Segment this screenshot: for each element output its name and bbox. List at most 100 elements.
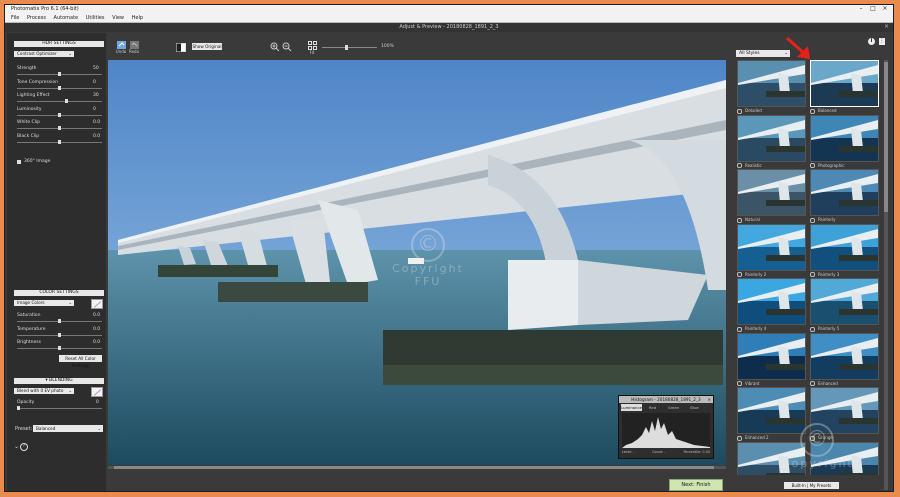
fit-icon bbox=[307, 41, 317, 50]
zoom-in-icon[interactable] bbox=[270, 42, 280, 52]
style-preset[interactable]: Balanced bbox=[810, 60, 879, 114]
color-slider[interactable] bbox=[17, 319, 102, 323]
hdr-slider-handle[interactable] bbox=[58, 139, 61, 144]
style-preset[interactable]: Vibrant bbox=[737, 332, 806, 387]
hdr-slider[interactable] bbox=[17, 126, 102, 130]
menu-help[interactable]: Help bbox=[132, 15, 143, 21]
tab-blue[interactable]: Blue bbox=[684, 404, 705, 411]
style-thumbnail bbox=[810, 223, 879, 271]
color-slider-handle[interactable] bbox=[58, 332, 61, 337]
menu-view[interactable]: View bbox=[112, 15, 124, 21]
fit-button[interactable]: Fit bbox=[306, 41, 318, 55]
color-picker-button[interactable] bbox=[91, 299, 103, 309]
opacity-slider-handle[interactable] bbox=[17, 406, 20, 410]
settings-icon[interactable]: ⋮ bbox=[879, 38, 885, 45]
checkbox-360[interactable] bbox=[17, 160, 21, 164]
zoom-slider-handle[interactable] bbox=[345, 45, 349, 50]
hdr-slider[interactable] bbox=[17, 139, 102, 144]
opacity-slider[interactable] bbox=[17, 406, 102, 410]
scrollbar-thumb[interactable] bbox=[114, 466, 714, 469]
hdr-slider[interactable] bbox=[17, 99, 102, 103]
blend-mode-dropdown[interactable]: Blend with 0 EV photo ⌄ bbox=[14, 388, 74, 394]
hdr-slider[interactable] bbox=[17, 72, 102, 76]
style-preset[interactable]: Painterly 5 bbox=[810, 278, 879, 332]
zoom-slider[interactable] bbox=[322, 45, 377, 50]
histogram-title: Histogram - 20180828_1891_2_3 × bbox=[619, 396, 713, 403]
style-thumbnail bbox=[737, 114, 806, 162]
histogram-stats: Level: - Count: - Percentile: 0.00 bbox=[622, 450, 710, 454]
style-preset[interactable]: Painterly 3 bbox=[810, 223, 879, 278]
image-colors-dropdown[interactable]: Image Colors ⌄ bbox=[14, 300, 74, 306]
color-slider[interactable] bbox=[17, 332, 102, 337]
redo-button[interactable]: Redo bbox=[128, 41, 140, 54]
color-slider[interactable] bbox=[17, 346, 102, 350]
redo-label: Redo bbox=[128, 49, 140, 54]
next-finish-button[interactable]: Next: Finish bbox=[669, 479, 723, 491]
menu-file[interactable]: File bbox=[11, 15, 19, 21]
undo-button[interactable]: Undo bbox=[115, 41, 127, 54]
show-original-button[interactable]: Show Original bbox=[192, 43, 222, 50]
style-preset[interactable]: Photographic bbox=[810, 114, 879, 169]
collapse-arrow-icon[interactable]: ⌄ bbox=[14, 443, 19, 450]
style-filter-dropdown[interactable]: All Styles ⌄ bbox=[736, 50, 790, 57]
minimize-button[interactable]: – bbox=[855, 5, 867, 12]
tab-red[interactable]: Red bbox=[642, 404, 663, 411]
style-preset[interactable]: Detailed bbox=[737, 60, 806, 114]
hdr-slider-handle[interactable] bbox=[64, 99, 68, 103]
style-thumbnail bbox=[810, 332, 879, 380]
menu-utilities[interactable]: Utilities bbox=[86, 15, 105, 21]
hdr-slider[interactable] bbox=[17, 112, 102, 117]
style-preset[interactable]: Realistic bbox=[737, 114, 806, 169]
zoom-out-icon[interactable] bbox=[282, 42, 292, 52]
preset-dropdown[interactable]: Balanced ⌄ bbox=[33, 425, 103, 432]
style-preset[interactable]: Painterly bbox=[810, 169, 879, 223]
menu-automate[interactable]: Automate bbox=[54, 15, 79, 21]
style-thumbnail bbox=[737, 332, 806, 380]
style-preset[interactable]: Painterly 4 bbox=[737, 278, 806, 332]
style-thumbnail bbox=[810, 60, 879, 107]
compare-icon[interactable] bbox=[176, 43, 186, 52]
color-slider-handle[interactable] bbox=[58, 319, 61, 323]
close-button[interactable]: × bbox=[879, 5, 891, 12]
hdr-slider-handle[interactable] bbox=[58, 85, 61, 90]
horizontal-scrollbar[interactable] bbox=[108, 466, 726, 469]
undo-label: Undo bbox=[115, 49, 127, 54]
blend-color-button[interactable] bbox=[91, 387, 103, 397]
hdr-slider-handle[interactable] bbox=[58, 126, 61, 130]
title-bar: Photomatix Pro 6.1 (64-bit) – □ × bbox=[5, 5, 893, 14]
help-icon[interactable]: ? bbox=[20, 443, 28, 451]
tab-green[interactable]: Green bbox=[663, 404, 684, 411]
style-filter-value: All Styles bbox=[739, 51, 760, 56]
menu-bar: File Process Automate Utilities View Hel… bbox=[5, 14, 893, 23]
reset-color-button[interactable]: Reset All Color Settings bbox=[59, 355, 102, 368]
styles-grid: Detailed Balanced Realistic Photographic Nat… bbox=[737, 60, 882, 475]
style-preset[interactable]: Enhanced bbox=[810, 332, 879, 387]
toolbar: Undo Redo Show Original Fit 100% bbox=[106, 33, 731, 59]
watermark: © Copyright FFU bbox=[388, 228, 468, 288]
method-dropdown[interactable]: Contrast Optimizer ⌄ bbox=[14, 51, 74, 57]
info-icon[interactable]: i bbox=[868, 38, 875, 45]
tab-luminance[interactable]: Luminance bbox=[621, 404, 642, 411]
close-icon[interactable]: × bbox=[707, 396, 711, 403]
maximize-button[interactable]: □ bbox=[867, 5, 879, 12]
style-thumbnail bbox=[810, 278, 879, 325]
preset-source-toggle[interactable]: Built-In | My Presets bbox=[784, 482, 839, 489]
style-preset[interactable]: Painterly 2 bbox=[737, 223, 806, 278]
color-slider-handle[interactable] bbox=[58, 346, 61, 350]
hdr-slider[interactable] bbox=[17, 85, 102, 90]
hdr-slider-handle[interactable] bbox=[58, 72, 61, 76]
style-label: Realistic bbox=[737, 163, 805, 169]
window-title: Adjust & Preview - 20180828_1891_2_3 bbox=[5, 23, 893, 32]
hdr-value: 30 bbox=[93, 93, 99, 98]
hdr-slider-handle[interactable] bbox=[58, 112, 61, 117]
watermark-symbol: © bbox=[800, 423, 834, 457]
menu-process[interactable]: Process bbox=[27, 15, 46, 21]
hdr-value: 0 bbox=[93, 79, 96, 85]
method-value: Contrast Optimizer bbox=[17, 51, 57, 56]
style-preset[interactable]: Natural bbox=[737, 169, 806, 223]
styles-scrollbar[interactable] bbox=[884, 60, 888, 490]
scrollbar-thumb[interactable] bbox=[884, 62, 888, 212]
close-icon[interactable]: × bbox=[884, 23, 889, 30]
chevron-down-icon: ⌄ bbox=[68, 300, 72, 305]
blending-header: ▾ BLENDING bbox=[14, 378, 104, 384]
